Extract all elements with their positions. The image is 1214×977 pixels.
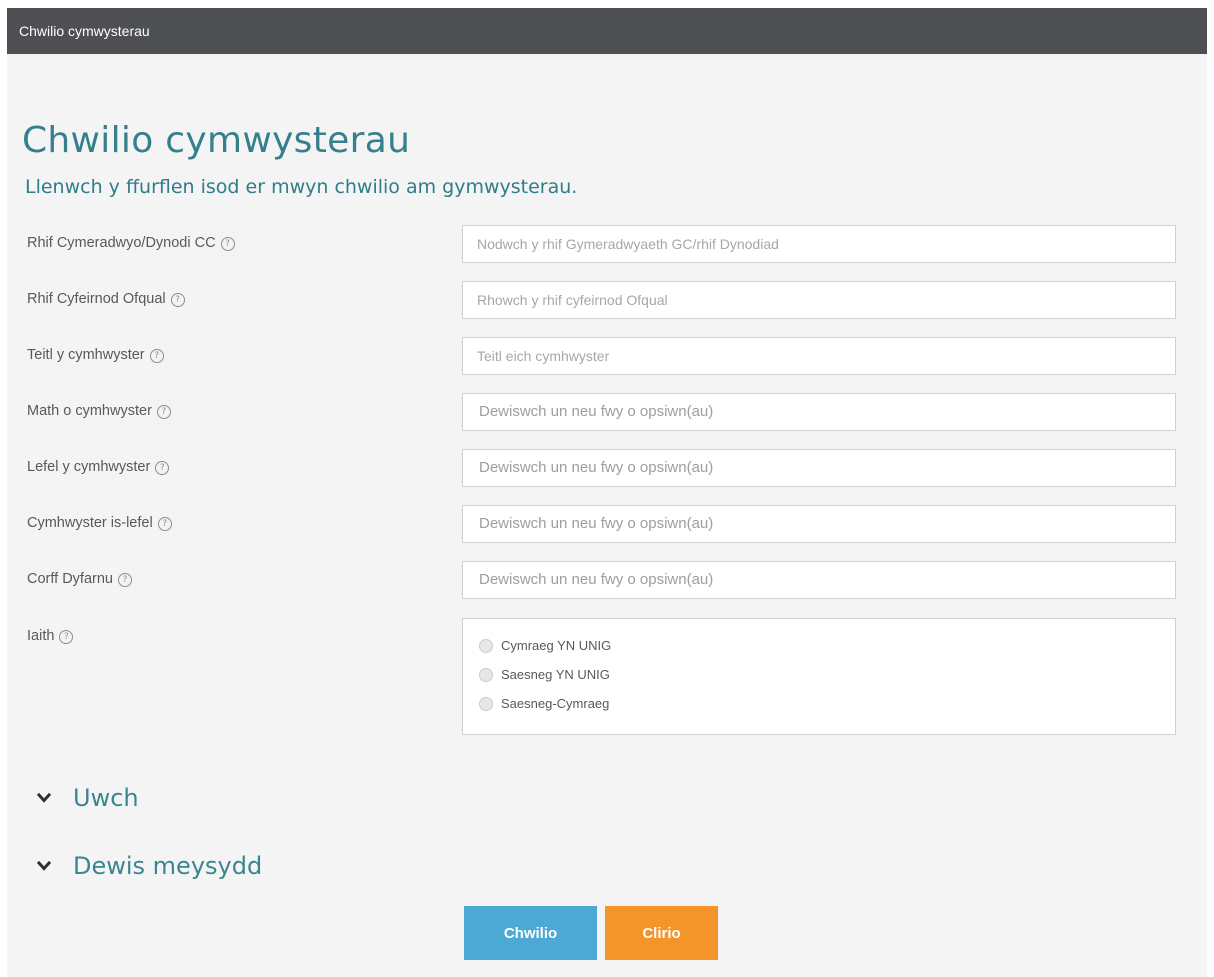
- ofqual-number-input[interactable]: [462, 281, 1176, 319]
- clear-button[interactable]: Clirio: [605, 906, 718, 960]
- qualification-type-select[interactable]: Dewiswch un neu fwy o opsiwn(au): [462, 393, 1176, 431]
- choose-fields-section-toggle[interactable]: Dewis meysydd: [37, 852, 262, 880]
- help-icon[interactable]: ?: [149, 349, 164, 363]
- qualification-type-label: Math o cymhwyster?: [27, 403, 171, 419]
- qualification-title-label: Teitl y cymhwyster?: [27, 347, 164, 363]
- help-icon[interactable]: ?: [170, 293, 185, 307]
- help-icon[interactable]: ?: [156, 405, 171, 419]
- qualification-level-label: Lefel y cymhwyster?: [27, 459, 170, 475]
- page-frame: Chwilio cymwysterau Chwilio cymwysterau …: [7, 8, 1207, 977]
- radio-button[interactable]: [479, 667, 493, 682]
- qualification-title-input[interactable]: [462, 337, 1176, 375]
- choose-fields-section-label: Dewis meysydd: [73, 852, 263, 880]
- language-option-welsh-only[interactable]: Cymraeg YN UNIG: [463, 631, 1175, 660]
- radio-button[interactable]: [479, 696, 493, 711]
- approval-number-label: Rhif Cymeradwyo/Dynodi CC?: [27, 235, 235, 251]
- qualification-sublevel-select[interactable]: Dewiswch un neu fwy o opsiwn(au): [462, 505, 1176, 543]
- help-icon[interactable]: ?: [220, 237, 235, 251]
- approval-number-input[interactable]: [462, 225, 1176, 263]
- qualification-sublevel-label: Cymhwyster is-lefel?: [27, 515, 172, 531]
- language-label: Iaith?: [27, 628, 74, 644]
- language-option-english-welsh[interactable]: Saesneg-Cymraeg: [463, 689, 1175, 718]
- help-icon[interactable]: ?: [155, 461, 170, 475]
- chevron-down-icon: [37, 792, 51, 803]
- help-icon[interactable]: ?: [157, 517, 172, 531]
- page-subtitle: Llenwch y ffurflen isod er mwyn chwilio …: [25, 176, 578, 198]
- language-option-english-only[interactable]: Saesneg YN UNIG: [463, 660, 1175, 689]
- chevron-down-icon: [37, 860, 51, 871]
- radio-button[interactable]: [479, 638, 493, 653]
- search-button[interactable]: Chwilio: [464, 906, 597, 960]
- top-bar: Chwilio cymwysterau: [7, 8, 1207, 54]
- awarding-body-select[interactable]: Dewiswch un neu fwy o opsiwn(au): [462, 561, 1176, 599]
- awarding-body-label: Corff Dyfarnu?: [27, 571, 132, 587]
- help-icon[interactable]: ?: [59, 630, 74, 644]
- top-bar-title: Chwilio cymwysterau: [19, 23, 150, 39]
- ofqual-number-label: Rhif Cyfeirnod Ofqual?: [27, 291, 185, 307]
- qualification-level-select[interactable]: Dewiswch un neu fwy o opsiwn(au): [462, 449, 1176, 487]
- help-icon[interactable]: ?: [117, 573, 132, 587]
- advanced-section-toggle[interactable]: Uwch: [37, 784, 139, 812]
- advanced-section-label: Uwch: [73, 784, 139, 812]
- page-title: Chwilio cymwysterau: [22, 120, 411, 161]
- language-radio-group: Cymraeg YN UNIG Saesneg YN UNIG Saesneg-…: [462, 618, 1176, 735]
